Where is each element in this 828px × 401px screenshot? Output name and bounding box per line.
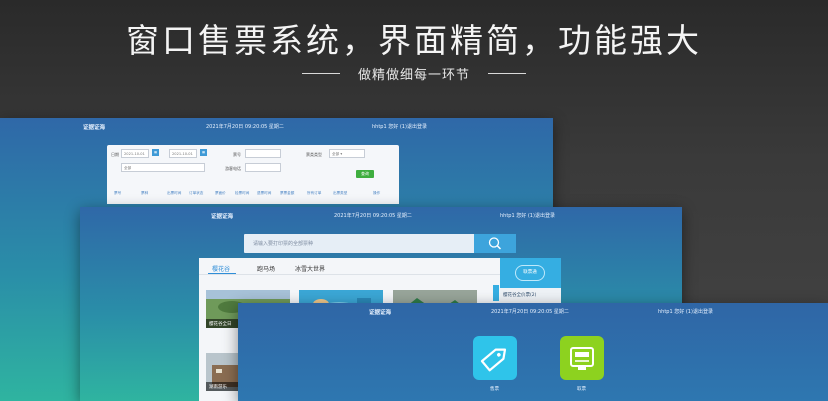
date-from-input[interactable]: 2021-10-01 bbox=[121, 149, 149, 158]
app-clock: 2021年7月20日 09:20:05 星期二 bbox=[334, 213, 412, 219]
col-header: 操作 bbox=[373, 191, 381, 195]
query-form-row-1: 日期 2021-10-01 ▦ 2021-10-01 ▦ 票号 票类类型 全部 … bbox=[107, 148, 399, 160]
search-button[interactable]: 查询 bbox=[356, 170, 374, 178]
app-brand: 证据证海 bbox=[369, 310, 392, 316]
col-header: 票面价 bbox=[215, 191, 226, 195]
order-table-header: 票号 票种 出票时间 订单状态 票面价 检票时间 退票时间 票票金额 所有订单 … bbox=[107, 184, 399, 204]
ticket-no-input[interactable] bbox=[245, 149, 281, 158]
calendar-icon[interactable]: ▦ bbox=[200, 149, 207, 156]
user-greeting: 您好 bbox=[388, 124, 399, 130]
type-label: 票类类型 bbox=[306, 152, 322, 157]
tab-race-course[interactable]: 跑马场 bbox=[257, 264, 275, 273]
union-ticket-logo: 联票通 bbox=[515, 265, 545, 281]
col-header: 出票时间 bbox=[167, 191, 182, 195]
type-dropdown[interactable]: 全部 bbox=[121, 163, 205, 172]
phone-input[interactable] bbox=[245, 163, 281, 172]
user-name: hhtp1 bbox=[658, 309, 673, 315]
divider-line-right bbox=[488, 73, 526, 74]
app-clock: 2021年7月20日 09:20:05 星期二 bbox=[491, 309, 569, 315]
hero-subtitle-row: 做精做细每一环节 bbox=[0, 64, 828, 83]
collect-ticket-button[interactable] bbox=[560, 336, 604, 380]
user-greeting: 您好 bbox=[516, 213, 527, 219]
user-menu[interactable]: hhtp1 您好 (1)退出登录 bbox=[500, 212, 555, 219]
col-header: 票种 bbox=[141, 191, 149, 195]
date-label: 日期 bbox=[111, 152, 119, 157]
status-label: 票号 bbox=[233, 152, 241, 157]
cart-side-header: 联票通 bbox=[500, 258, 561, 288]
hero-title: 窗口售票系统，界面精简，功能强大 bbox=[126, 21, 702, 60]
calendar-icon[interactable]: ▦ bbox=[152, 149, 159, 156]
search-button[interactable] bbox=[474, 234, 516, 253]
screen-main-actions: 证据证海 2021年7月20日 09:20:05 星期二 hhtp1 您好 (1… bbox=[238, 303, 828, 401]
hero-subtitle: 做精做细每一环节 bbox=[357, 68, 470, 83]
search-icon bbox=[488, 237, 502, 250]
user-menu[interactable]: hhtp1 您好 (1)退出登录 bbox=[658, 308, 713, 315]
tag-icon bbox=[480, 348, 507, 372]
user-name: hhtp1 bbox=[500, 213, 515, 219]
col-header: 退票时间 bbox=[257, 191, 272, 195]
ticket-search-input[interactable]: 请输入要打印票的全部票种 bbox=[253, 240, 313, 247]
tab-divider bbox=[199, 274, 500, 275]
divider-line-left bbox=[301, 73, 340, 74]
type-select[interactable]: 全部 ▾ bbox=[329, 149, 365, 158]
app-brand: 证据证海 bbox=[83, 125, 106, 131]
ticket-machine-icon bbox=[570, 347, 594, 370]
col-header: 检票时间 bbox=[235, 191, 250, 195]
col-header: 票号 bbox=[114, 191, 122, 195]
col-header: 出票类型 bbox=[333, 191, 348, 195]
user-menu[interactable]: hhtp1 您好 (1)退出登录 bbox=[372, 123, 427, 130]
app-clock: 2021年7月20日 09:20:05 星期二 bbox=[206, 124, 284, 130]
logout-link[interactable]: (1)退出登录 bbox=[528, 213, 555, 219]
app-topbar: 证据证海 2021年7月20日 09:20:05 星期二 hhtp1 您好 (1… bbox=[80, 207, 682, 223]
date-to-input[interactable]: 2021-10-01 bbox=[169, 149, 197, 158]
col-header: 票票金额 bbox=[280, 191, 295, 195]
user-name: hhtp1 bbox=[372, 124, 387, 130]
tab-sakura-valley[interactable]: 樱花谷 bbox=[212, 264, 230, 273]
logout-link[interactable]: (1)退出登录 bbox=[686, 309, 713, 315]
user-greeting: 您好 bbox=[674, 309, 685, 315]
panel-scroll-handle[interactable] bbox=[493, 285, 499, 301]
logout-link[interactable]: (1)退出登录 bbox=[400, 124, 427, 130]
sell-ticket-label: 售票 bbox=[490, 387, 499, 392]
sell-ticket-button[interactable] bbox=[473, 336, 517, 380]
app-brand: 证据证海 bbox=[211, 214, 234, 220]
collect-ticket-label: 取票 bbox=[577, 387, 586, 392]
agent-label: 游客电话 bbox=[225, 166, 241, 171]
cart-item[interactable]: 樱花谷全价票(2) bbox=[503, 292, 536, 298]
active-tab-indicator bbox=[208, 273, 236, 274]
app-topbar: 证据证海 2021年7月20日 09:20:05 星期二 hhtp1 您好 (1… bbox=[0, 118, 553, 134]
tab-ice-world[interactable]: 冰雪大世界 bbox=[295, 264, 325, 273]
ticket-search-bar[interactable]: 请输入要打印票的全部票种 bbox=[244, 234, 516, 253]
col-header: 所有订单 bbox=[307, 191, 322, 195]
col-header: 订单状态 bbox=[189, 191, 204, 195]
app-topbar: 证据证海 2021年7月20日 09:20:05 星期二 hhtp1 您好 (1… bbox=[238, 303, 828, 319]
